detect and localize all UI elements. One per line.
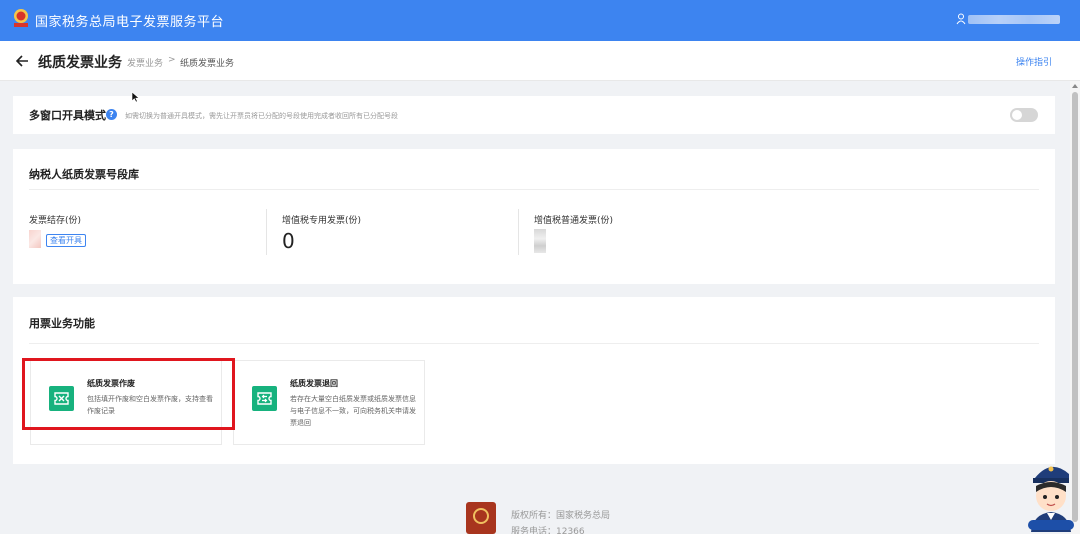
username-redacted[interactable] (968, 15, 1060, 24)
emblem-ring (473, 508, 489, 524)
assistant-avatar-icon[interactable] (1025, 456, 1077, 532)
toggle-knob (1012, 110, 1022, 120)
scroll-up-arrow-icon[interactable] (1072, 84, 1078, 88)
multi-window-mode-title: 多窗口开具模式 (29, 109, 106, 122)
return-ticket-icon (252, 386, 277, 411)
stat-value-special-vat: 0 (282, 229, 295, 253)
top-navigation-bar: 国家税务总局电子发票服务平台 (0, 0, 1080, 41)
divider (29, 343, 1039, 344)
function-description: 若存在大量空白纸质发票或纸质发票信息与电子信息不一致，可向税务机关申请发票退回 (290, 395, 416, 427)
platform-title: 国家税务总局电子发票服务平台 (35, 15, 225, 30)
tax-emblem-icon (14, 9, 28, 27)
function-title: 纸质发票退回 (290, 379, 338, 388)
stat-divider (266, 209, 267, 255)
highlight-box (22, 358, 235, 430)
invoice-library-card: 纳税人纸质发票号段库 发票结存(份) 查看开具 增值税专用发票(份) 0 增值税… (13, 149, 1055, 284)
stock-value-redacted (29, 230, 41, 248)
multi-window-mode-card: 多窗口开具模式 ? 如需切换为普通开具模式，需先让开票员将已分配的号段使用完成者… (13, 96, 1055, 134)
invoice-library-title: 纳税人纸质发票号段库 (29, 168, 139, 181)
page-title: 纸质发票业务 (38, 55, 122, 71)
back-arrow-icon[interactable] (16, 55, 29, 67)
ordinary-vat-value-redacted (534, 229, 546, 253)
stat-label-ordinary-vat: 增值税普通发票(份) (534, 216, 614, 226)
user-icon[interactable] (956, 13, 966, 25)
breadcrumb-separator: > (168, 55, 176, 65)
operation-guide-link[interactable]: 操作指引 (1016, 55, 1052, 68)
paper-invoice-return-card[interactable]: 纸质发票退回 若存在大量空白纸质发票或纸质发票信息与电子信息不一致，可向税务机关… (233, 360, 425, 445)
divider (29, 189, 1039, 190)
footer-emblem-icon (466, 502, 496, 534)
stat-label-special-vat: 增值税专用发票(份) (282, 216, 362, 226)
breadcrumb-parent[interactable]: 发票业务 (127, 56, 163, 69)
ticket-functions-title: 用票业务功能 (29, 317, 95, 330)
view-issue-button[interactable]: 查看开具 (46, 234, 86, 247)
footer-phone: 服务电话：12366 (511, 527, 585, 534)
multi-window-mode-description: 如需切换为普通开具模式，需先让开票员将已分配的号段使用完成者收回所有已分配号段 (125, 112, 398, 120)
breadcrumb-current: 纸质发票业务 (180, 59, 235, 69)
stat-divider (518, 209, 519, 255)
stat-label-stock: 发票结存(份) (29, 216, 82, 226)
help-icon[interactable]: ? (106, 109, 117, 120)
page-header: 纸质发票业务 发票业务 > 纸质发票业务 操作指引 (0, 41, 1080, 81)
footer-copyright: 版权所有：国家税务总局 (511, 511, 611, 521)
mouse-cursor-icon (131, 91, 140, 103)
multi-window-mode-toggle[interactable] (1010, 108, 1038, 122)
